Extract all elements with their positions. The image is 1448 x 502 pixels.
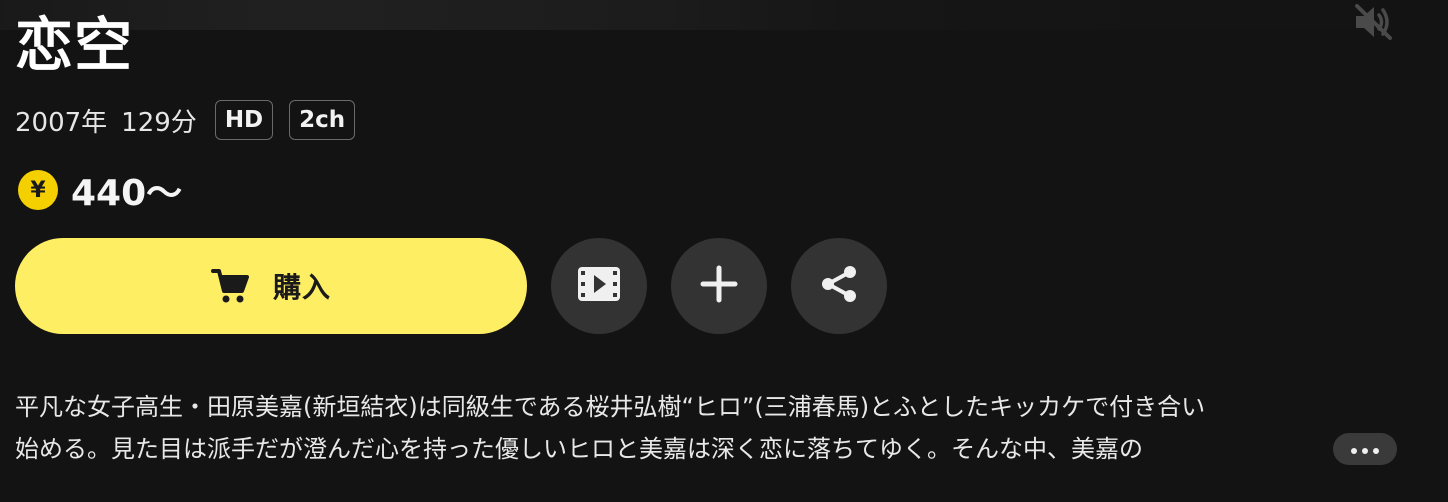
speaker-muted-icon bbox=[1352, 3, 1394, 45]
cart-icon bbox=[210, 267, 251, 305]
synopsis-fade bbox=[1290, 430, 1334, 470]
quality-badge: HD bbox=[214, 100, 274, 140]
expand-synopsis-button[interactable] bbox=[1333, 433, 1397, 465]
trailer-button[interactable] bbox=[551, 238, 647, 334]
audio-channel-badge: 2ch bbox=[289, 100, 356, 140]
price-amount: 440〜 bbox=[71, 173, 183, 214]
plus-icon bbox=[700, 265, 738, 307]
backdrop-fade bbox=[0, 0, 1448, 30]
runtime: 129分 bbox=[121, 107, 197, 138]
buy-button-label: 購入 bbox=[272, 271, 331, 304]
buy-button[interactable]: 購入 bbox=[15, 238, 527, 334]
share-icon bbox=[819, 264, 859, 308]
synopsis: 平凡な女子高生・田原美嘉(新垣結衣)は同級生である桜井弘樹“ヒロ”(三浦春馬)と… bbox=[15, 386, 1415, 470]
yen-coin-icon: ¥ bbox=[18, 170, 58, 210]
release-year: 2007年 bbox=[15, 107, 108, 138]
meta-row: 2007年 129分 HD 2ch bbox=[15, 98, 371, 142]
price-row: ¥ 440〜 bbox=[18, 166, 182, 214]
mute-toggle-button[interactable] bbox=[1348, 2, 1398, 46]
title-detail-panel: 恋空 2007年 129分 HD 2ch ¥ 440〜 購入 平凡な女子高生・田… bbox=[0, 0, 1448, 502]
page-title: 恋空 bbox=[15, 11, 134, 79]
share-button[interactable] bbox=[791, 238, 887, 334]
ellipsis-icon bbox=[1350, 440, 1380, 459]
add-to-list-button[interactable] bbox=[671, 238, 767, 334]
synopsis-line: 始める。見た目は派手だが澄んだ心を持った優しいヒロと美嘉は深く恋に落ちてゆく。そ… bbox=[15, 435, 1143, 463]
film-play-icon bbox=[577, 266, 621, 306]
synopsis-line: 平凡な女子高生・田原美嘉(新垣結衣)は同級生である桜井弘樹“ヒロ”(三浦春馬)と… bbox=[15, 393, 1206, 421]
